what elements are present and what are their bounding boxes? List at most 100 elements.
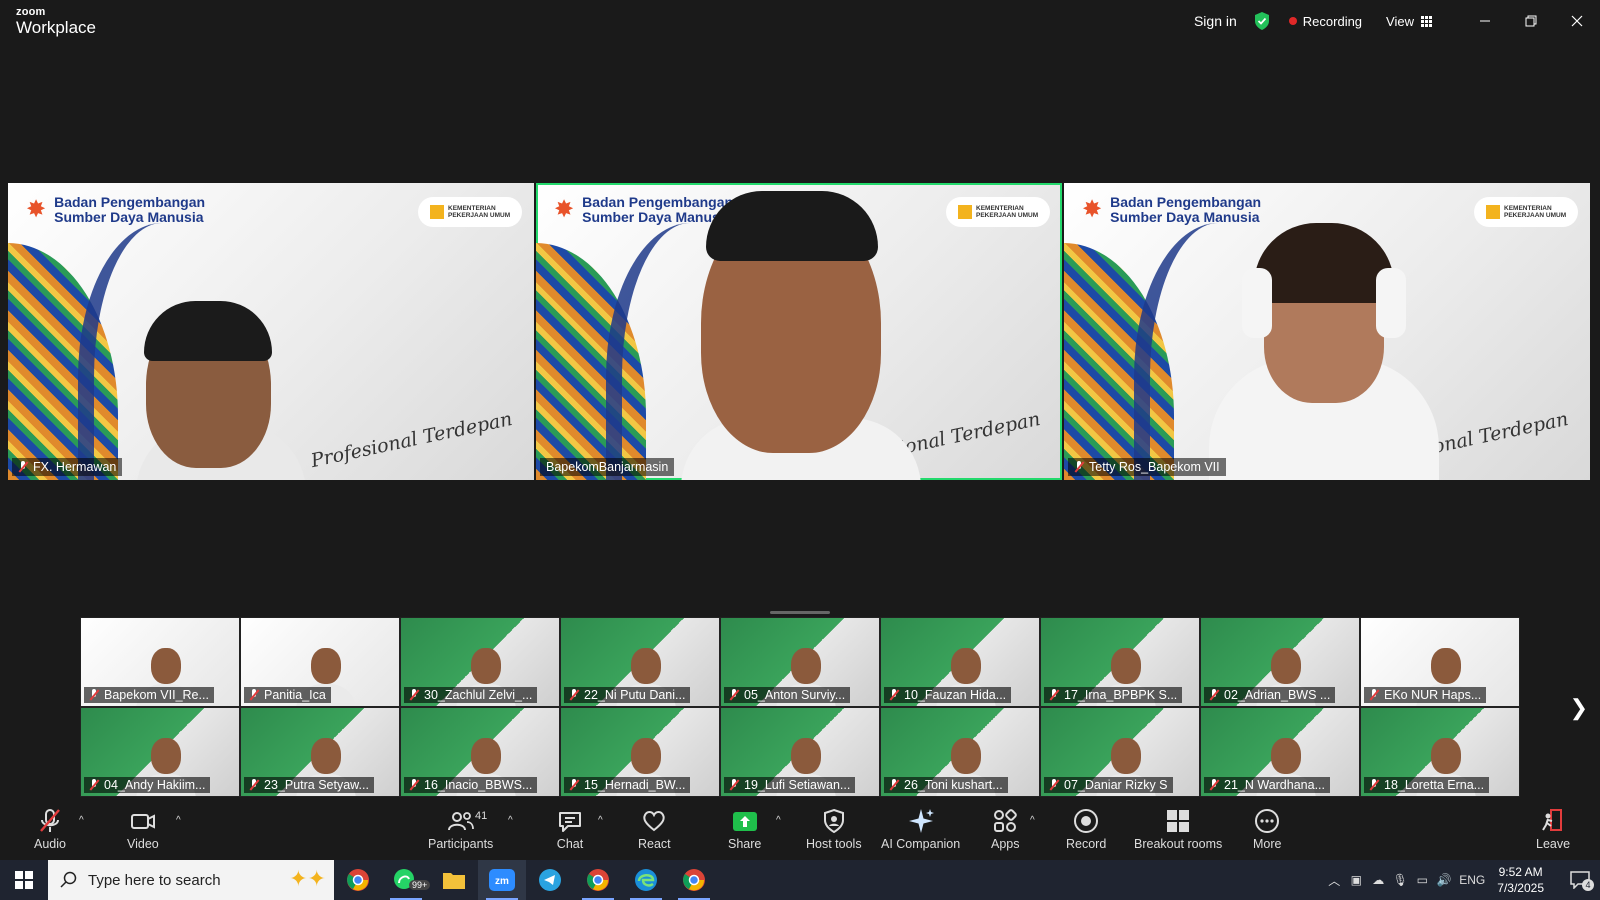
gallery-thumbnail[interactable]: 02_Adrian_BWS ... [1200, 617, 1360, 707]
taskbar-file-explorer[interactable] [430, 860, 478, 900]
gallery-thumbnail[interactable]: 07_Daniar Rizky S [1040, 707, 1200, 797]
minimize-button[interactable] [1462, 0, 1508, 42]
video-tile-3[interactable]: ✸ Badan Pengembangan Sumber Daya Manusia … [1064, 183, 1590, 480]
gallery-thumbnail[interactable]: EKo NUR Haps... [1360, 617, 1520, 707]
thumbnail-person-head [151, 738, 181, 774]
gallery-thumbnail[interactable]: 04_Andy Hakiim... [80, 707, 240, 797]
breakout-rooms-button[interactable]: Breakout rooms [1134, 807, 1222, 851]
chat-options-caret-icon[interactable]: ^ [598, 815, 603, 826]
gallery-thumbnail[interactable]: 22_Ni Putu Dani... [560, 617, 720, 707]
restore-icon [1525, 15, 1537, 27]
more-button[interactable]: More [1253, 807, 1281, 851]
close-button[interactable] [1554, 0, 1600, 42]
taskbar-whatsapp[interactable]: 99+ [382, 860, 431, 900]
taskbar-chrome[interactable] [334, 860, 382, 900]
thumbnail-person-head [1431, 648, 1461, 684]
share-screen-icon [732, 812, 757, 831]
input-language[interactable]: ENG [1455, 873, 1489, 887]
apps-options-caret-icon[interactable]: ^ [1030, 815, 1035, 826]
mic-muted-icon [1209, 689, 1219, 701]
thumbnail-nameplate: Panitia_Ica [244, 687, 331, 703]
system-tray: ︿ ▣ ☁ 🎙 ▭ 🔊 ENG 9:52 AM 7/3/2025 4 [1323, 860, 1600, 900]
next-page-arrow-icon[interactable]: ❯ [1570, 695, 1588, 721]
meeting-tray-icon[interactable]: ▣ [1345, 873, 1367, 887]
ai-companion-button[interactable]: AI Companion [881, 807, 960, 851]
encryption-shield-icon[interactable] [1253, 11, 1271, 31]
gallery-thumbnail[interactable]: 15_Hernadi_BW... [560, 707, 720, 797]
thumbnail-participant-name: Bapekom VII_Re... [104, 688, 209, 702]
gallery-thumbnail[interactable]: Bapekom VII_Re... [80, 617, 240, 707]
thumbnail-person-head [631, 648, 661, 684]
gallery-thumbnail[interactable]: 30_Zachlul Zelvi_... [400, 617, 560, 707]
mic-muted-icon [1369, 779, 1379, 791]
gallery-thumbnail[interactable]: 26_Toni kushart... [880, 707, 1040, 797]
video-options-caret-icon[interactable]: ^ [176, 815, 181, 826]
bpsdm-logo: ✸ Badan Pengembangan Sumber Daya Manusia [26, 195, 205, 225]
restore-button[interactable] [1508, 0, 1554, 42]
gallery-thumbnail[interactable]: Panitia_Ica [240, 617, 400, 707]
gallery-thumbnail[interactable]: 21_N Wardhana... [1200, 707, 1360, 797]
view-button[interactable]: View [1386, 14, 1432, 29]
record-button[interactable]: Record [1066, 807, 1106, 851]
gallery-thumbnail[interactable]: 16_Inacio_BBWS... [400, 707, 560, 797]
thumbnail-participant-name: 04_Andy Hakiim... [104, 778, 206, 792]
person-hair [706, 191, 878, 261]
audio-button[interactable]: Audio [34, 807, 66, 851]
org-label: KEMENTERIAN PEKERJAAN UMUM [1504, 205, 1567, 219]
chrome-icon [347, 869, 369, 891]
video-tile-1[interactable]: ✸ Badan Pengembangan Sumber Daya Manusia … [8, 183, 534, 480]
network-icon[interactable]: ▭ [1411, 873, 1433, 887]
gallery-thumbnail[interactable]: 18_Loretta Erna... [1360, 707, 1520, 797]
share-options-caret-icon[interactable]: ^ [776, 815, 781, 826]
thumbnail-nameplate: 04_Andy Hakiim... [84, 777, 211, 793]
leave-button[interactable]: Leave [1536, 807, 1570, 851]
apps-button[interactable]: Apps [991, 807, 1020, 851]
gallery-thumbnail[interactable]: 23_Putra Setyaw... [240, 707, 400, 797]
thumbnail-person-head [151, 648, 181, 684]
video-tile-2-active-speaker[interactable]: ✸ Badan Pengembangan Sumber Daya Manusia … [536, 183, 1062, 480]
audio-options-caret-icon[interactable]: ^ [79, 815, 84, 826]
recording-indicator[interactable]: Recording [1288, 14, 1362, 29]
microphone-tray-icon[interactable]: 🎙 [1389, 873, 1411, 887]
notification-center-button[interactable]: 4 [1560, 871, 1600, 891]
gallery-thumbnail[interactable]: 10_Fauzan Hida... [880, 617, 1040, 707]
headphone-left [1242, 268, 1272, 338]
sign-in-button[interactable]: Sign in [1194, 13, 1237, 29]
taskbar-zoom[interactable]: zm [478, 860, 526, 900]
mic-muted-icon [1049, 689, 1059, 701]
thumbnail-participant-name: Panitia_Ica [264, 688, 326, 702]
gallery-thumbnail[interactable]: 05_Anton Surviy... [720, 617, 880, 707]
leave-label: Leave [1536, 837, 1571, 851]
thumbnail-participant-name: EKo NUR Haps... [1384, 688, 1482, 702]
bpsdm-star-icon: ✸ [554, 196, 575, 223]
video-button[interactable]: Video [127, 807, 159, 851]
share-button[interactable]: Share [728, 807, 761, 851]
start-button[interactable] [0, 860, 48, 900]
taskbar-search-box[interactable]: Type here to search ✦✦ [48, 860, 334, 900]
taskbar-edge[interactable] [622, 860, 670, 900]
cloud-offline-icon[interactable]: ☁ [1367, 873, 1389, 887]
taskbar-telegram[interactable] [526, 860, 574, 900]
react-button[interactable]: React [638, 807, 671, 851]
participant-nameplate: FX. Hermawan [12, 458, 123, 476]
thumbnail-person-head [311, 738, 341, 774]
volume-icon[interactable]: 🔊 [1433, 873, 1455, 887]
show-hidden-icons-chevron-icon[interactable]: ︿ [1323, 872, 1345, 889]
host-tools-button[interactable]: Host tools [806, 807, 862, 851]
chat-label: Chat [556, 837, 584, 851]
gallery-thumbnail[interactable]: 19_Lufi Setiawan... [720, 707, 880, 797]
clock[interactable]: 9:52 AM 7/3/2025 [1497, 864, 1544, 896]
gallery-resize-handle[interactable] [770, 611, 830, 614]
mic-muted-icon [1074, 461, 1084, 473]
mic-muted-icon [889, 779, 899, 791]
chat-button[interactable]: Chat [556, 807, 584, 851]
thumbnail-participant-name: 17_Irna_BPBPK S... [1064, 688, 1178, 702]
taskbar-chrome-profile-r[interactable] [670, 860, 718, 900]
chrome-profile-icon [587, 869, 609, 891]
taskbar-chrome-profile-p[interactable] [574, 860, 622, 900]
thumbnail-participant-name: 02_Adrian_BWS ... [1224, 688, 1331, 702]
gallery-thumbnail[interactable]: 17_Irna_BPBPK S... [1040, 617, 1200, 707]
thumbnail-person-head [471, 738, 501, 774]
thumbnail-nameplate: Bapekom VII_Re... [84, 687, 214, 703]
participants-options-caret-icon[interactable]: ^ [508, 815, 513, 826]
